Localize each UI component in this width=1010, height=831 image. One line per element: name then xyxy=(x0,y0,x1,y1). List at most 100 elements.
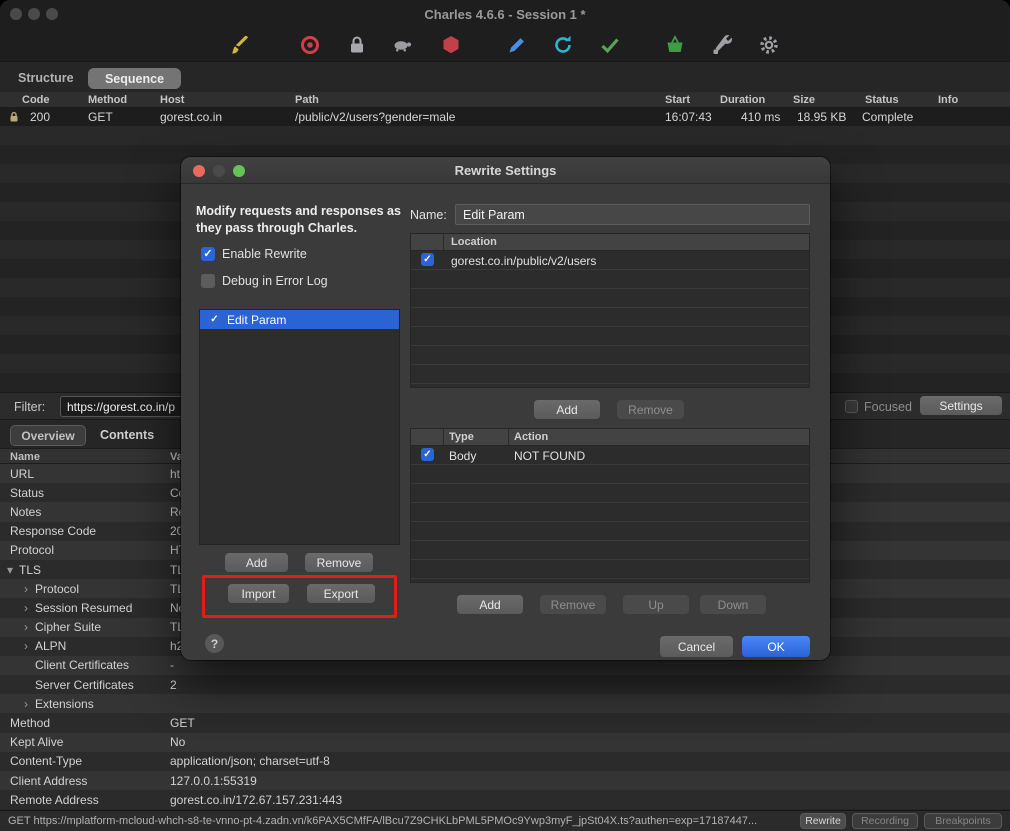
col-path[interactable]: Path xyxy=(295,94,319,106)
table-row[interactable]: Server Certificates2 xyxy=(0,675,1010,694)
repeat-refresh-icon[interactable] xyxy=(551,33,575,57)
col-host[interactable]: Host xyxy=(160,94,184,106)
enable-rewrite-label: Enable Rewrite xyxy=(222,247,307,261)
lock-icon xyxy=(8,111,20,123)
validate-check-icon[interactable] xyxy=(598,33,622,57)
action-up-button[interactable]: Up xyxy=(623,595,689,614)
detail-name: Session Resumed xyxy=(35,601,132,615)
detail-name: URL xyxy=(10,467,34,481)
detail-name: ALPN xyxy=(35,639,66,653)
dialog-title: Rewrite Settings xyxy=(181,163,830,178)
rules-add-button[interactable]: Add xyxy=(225,553,288,572)
action-value: NOT FOUND xyxy=(514,449,585,463)
chevron-right-icon[interactable]: › xyxy=(20,601,32,615)
tools-wrench-icon[interactable] xyxy=(710,33,734,57)
detail-value: 127.0.0.1:55319 xyxy=(170,771,1010,790)
debug-error-log-checkbox[interactable] xyxy=(201,274,215,288)
throttle-turtle-icon[interactable] xyxy=(390,33,414,57)
cell-code: 200 xyxy=(30,110,50,124)
status-bar: GET https://mplatform-mcloud-whch-s8-te-… xyxy=(0,810,1010,831)
action-table-body: Body NOT FOUND xyxy=(411,446,809,583)
chevron-right-icon[interactable]: › xyxy=(20,582,32,596)
table-row[interactable]: Remote Addressgorest.co.in/172.67.157.23… xyxy=(0,790,1010,809)
detail-name: Client Address xyxy=(10,774,87,788)
rewrite-status-button[interactable]: Rewrite xyxy=(800,813,846,829)
cell-host: gorest.co.in xyxy=(160,110,222,124)
col-size[interactable]: Size xyxy=(793,94,815,106)
main-toolbar xyxy=(0,28,1010,62)
chevron-right-icon[interactable]: › xyxy=(20,639,32,653)
tab-structure[interactable]: Structure xyxy=(18,71,74,85)
table-row[interactable]: Content-Type application/json; charset=ut… xyxy=(0,752,1010,771)
rule-item[interactable]: Edit Param xyxy=(200,310,399,329)
col-info[interactable]: Info xyxy=(938,94,958,106)
location-table-header: Location xyxy=(411,234,809,251)
chevron-right-icon[interactable]: › xyxy=(20,697,32,711)
session-row[interactable]: 200 GET gorest.co.in /public/v2/users?ge… xyxy=(0,108,1010,126)
location-add-button[interactable]: Add xyxy=(534,400,600,419)
breakpoints-icon[interactable] xyxy=(439,33,463,57)
action-down-button[interactable]: Down xyxy=(700,595,766,614)
ssl-lock-icon[interactable] xyxy=(345,33,369,57)
recording-status-button[interactable]: Recording xyxy=(852,813,918,829)
compose-pencil-icon[interactable] xyxy=(505,33,529,57)
detail-name: Protocol xyxy=(35,582,79,596)
table-row[interactable]: MethodGET xyxy=(0,713,1010,732)
settings-gear-icon[interactable] xyxy=(757,33,781,57)
col-name[interactable]: Name xyxy=(10,451,40,463)
rule-label: Edit Param xyxy=(227,313,286,327)
action-checkbox[interactable] xyxy=(421,448,434,461)
col-status[interactable]: Status xyxy=(865,94,899,106)
column-divider xyxy=(443,234,444,250)
detail-name: Client Certificates xyxy=(35,658,129,672)
chevron-down-icon[interactable]: ▾ xyxy=(4,563,16,577)
table-row[interactable]: ›Extensions xyxy=(0,694,1010,713)
rules-remove-button[interactable]: Remove xyxy=(305,553,373,572)
focused-checkbox[interactable] xyxy=(845,400,858,413)
detail-value: 2 xyxy=(170,675,1010,694)
detail-name: Content-Type xyxy=(10,754,82,768)
col-code[interactable]: Code xyxy=(22,94,50,106)
chevron-right-icon[interactable]: › xyxy=(20,620,32,634)
cell-size: 18.95 KB xyxy=(797,110,846,124)
breakpoints-status-button[interactable]: Breakpoints xyxy=(924,813,1002,829)
help-button[interactable]: ? xyxy=(205,634,224,653)
table-row[interactable]: Kept AliveNo xyxy=(0,733,1010,752)
location-remove-button[interactable]: Remove xyxy=(617,400,684,419)
name-input[interactable] xyxy=(455,204,810,225)
location-header[interactable]: Location xyxy=(451,236,497,248)
col-start[interactable]: Start xyxy=(665,94,690,106)
basket-icon[interactable] xyxy=(663,33,687,57)
location-checkbox[interactable] xyxy=(421,253,434,266)
rule-checkbox[interactable] xyxy=(208,313,221,326)
type-header[interactable]: Type xyxy=(449,431,474,443)
detail-name: Extensions xyxy=(35,697,94,711)
table-row[interactable]: Client Address 127.0.0.1:55319 xyxy=(0,771,1010,790)
action-row[interactable]: Body NOT FOUND xyxy=(411,446,809,465)
enable-rewrite-row: Enable Rewrite xyxy=(201,247,307,261)
tab-overview[interactable]: Overview xyxy=(10,425,86,446)
annotation-highlight xyxy=(202,575,397,618)
settings-button[interactable]: Settings xyxy=(920,396,1002,415)
action-header[interactable]: Action xyxy=(514,431,548,443)
debug-error-log-label: Debug in Error Log xyxy=(222,274,328,288)
ok-button[interactable]: OK xyxy=(742,636,810,657)
col-duration[interactable]: Duration xyxy=(720,94,765,106)
name-label: Name: xyxy=(410,208,447,222)
action-add-button[interactable]: Add xyxy=(457,595,523,614)
cancel-button[interactable]: Cancel xyxy=(660,636,733,657)
action-table-header: Type Action xyxy=(411,429,809,446)
detail-value: No xyxy=(170,733,1010,752)
record-icon[interactable] xyxy=(298,33,322,57)
location-row[interactable]: gorest.co.in/public/v2/users xyxy=(411,251,809,270)
clear-session-icon[interactable] xyxy=(228,33,252,57)
action-remove-button[interactable]: Remove xyxy=(540,595,606,614)
detail-name: Response Code xyxy=(10,524,96,538)
cell-status: Complete xyxy=(862,110,913,124)
tab-sequence[interactable]: Sequence xyxy=(88,68,181,89)
detail-value: application/json; charset=utf-8 xyxy=(170,752,1010,771)
tab-contents[interactable]: Contents xyxy=(100,428,154,442)
detail-name: Notes xyxy=(10,505,41,519)
col-method[interactable]: Method xyxy=(88,94,127,106)
enable-rewrite-checkbox[interactable] xyxy=(201,247,215,261)
